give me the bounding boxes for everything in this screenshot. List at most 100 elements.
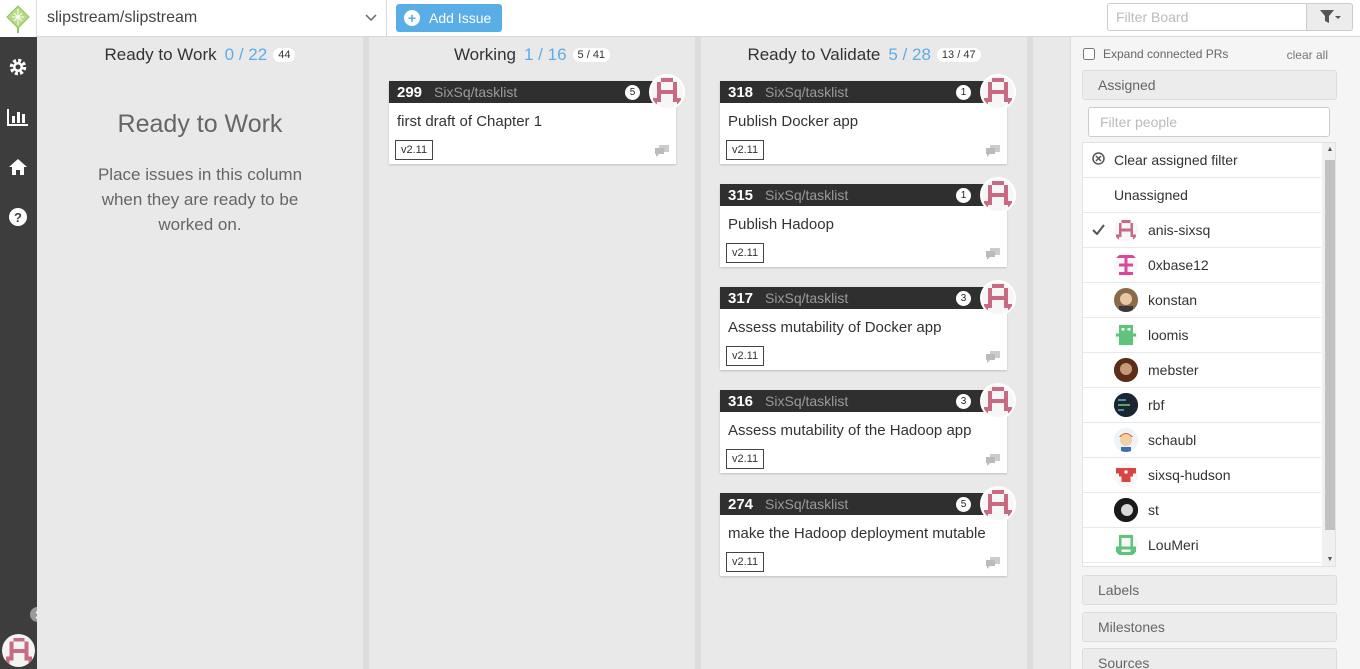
person-rbf[interactable]: rbf — [1083, 388, 1321, 423]
clear-assigned-label: Clear assigned filter — [1114, 152, 1238, 168]
column-working: Working 1 / 16 5 / 41 299 SixSq/tasklist 5… — [369, 37, 695, 669]
issue-title[interactable]: Assess mutability of the Hadoop app — [728, 422, 971, 439]
clear-circle-icon — [1091, 152, 1105, 168]
person-0xbase12[interactable]: 0xbase12 — [1083, 248, 1321, 283]
issue-card[interactable]: 317 SixSq/tasklist 3 Assess mutability of… — [720, 280, 1016, 370]
issue-title[interactable]: Publish Docker app — [728, 113, 858, 130]
gear-icon[interactable] — [6, 55, 30, 79]
issue-number: 317 — [728, 289, 754, 307]
assignee-avatar[interactable] — [649, 74, 685, 110]
avatar — [1114, 288, 1138, 312]
assignee-avatar[interactable] — [980, 177, 1016, 213]
person-schaubl[interactable]: schaubl — [1083, 423, 1321, 458]
person-loumeri[interactable]: LouMeri — [1083, 528, 1321, 563]
clear-all-link[interactable]: clear all — [1287, 48, 1328, 62]
filter-panel: Expand connected PRs clear all Assigned … — [1070, 37, 1360, 669]
issue-card[interactable]: 316 SixSq/tasklist 3 Assess mutability of… — [720, 383, 1016, 473]
unassigned-option[interactable]: Unassigned — [1083, 178, 1321, 213]
assignee-avatar[interactable] — [980, 74, 1016, 110]
clear-assigned-filter[interactable]: Clear assigned filter — [1083, 143, 1321, 178]
person-name: mebster — [1148, 362, 1199, 378]
column-ready-to-work: Ready to Work 0 / 22 44 Ready to Work Plac… — [37, 37, 363, 669]
issue-card[interactable]: 315 SixSq/tasklist 1 Publish Hadoop v2.11 — [720, 177, 1016, 267]
person-sixsq-hudson[interactable]: sixsq-hudson — [1083, 458, 1321, 493]
person-name: konstan — [1148, 292, 1198, 308]
add-issue-button[interactable]: + Add Issue — [396, 4, 502, 32]
scroll-down-arrow-icon[interactable]: ▼ — [1325, 555, 1335, 565]
person-name: loomis — [1148, 327, 1189, 343]
column-header: Ready to Validate 5 / 28 13 / 47 — [701, 45, 1027, 65]
chevron-down-icon — [365, 14, 377, 22]
comment-count-badge: 5 — [625, 85, 640, 100]
expand-prs-checkbox[interactable] — [1083, 48, 1095, 60]
current-user-avatar[interactable] — [2, 634, 35, 667]
repo-selector[interactable]: slipstream/slipstream — [37, 0, 387, 36]
person-loomis[interactable]: loomis — [1083, 318, 1321, 353]
assignee-avatar[interactable] — [980, 486, 1016, 522]
unassigned-label: Unassigned — [1114, 187, 1188, 203]
left-rail: ? — [0, 0, 45, 669]
assignee-avatar[interactable] — [980, 280, 1016, 316]
issue-title[interactable]: first draft of Chapter 1 — [397, 113, 542, 130]
home-icon[interactable] — [6, 155, 30, 179]
milestones-section-header[interactable]: Milestones — [1082, 612, 1337, 642]
issue-number: 274 — [728, 495, 754, 513]
comment-count-badge: 5 — [956, 497, 971, 512]
assigned-section-header[interactable]: Assigned — [1082, 70, 1337, 100]
filter-toggle-button[interactable] — [1306, 3, 1353, 31]
empty-column-text: Place issues in this column when they ar… — [97, 165, 303, 234]
person-konstan[interactable]: konstan — [1083, 283, 1321, 318]
sources-section-header[interactable]: Sources — [1082, 648, 1337, 669]
people-list: Clear assigned filter Unassigned anis-si… — [1082, 142, 1336, 567]
person-name: st — [1148, 502, 1159, 518]
milestone-label[interactable]: v2.11 — [726, 552, 765, 572]
help-icon[interactable]: ? — [6, 205, 30, 229]
avatar — [1114, 533, 1138, 557]
comments-icon[interactable] — [986, 351, 1000, 363]
person-name: anis-sixsq — [1148, 222, 1211, 238]
avatar — [1114, 358, 1138, 382]
issue-number: 315 — [728, 186, 754, 204]
milestone-label[interactable]: v2.11 — [726, 346, 765, 366]
person-st[interactable]: st — [1083, 493, 1321, 528]
labels-section-header[interactable]: Labels — [1082, 575, 1337, 605]
milestone-label[interactable]: v2.11 — [726, 140, 765, 160]
milestone-label[interactable]: v2.11 — [395, 140, 434, 160]
issue-number: 318 — [728, 83, 754, 101]
repo-name: slipstream/slipstream — [47, 9, 198, 26]
comments-icon[interactable] — [655, 145, 669, 157]
issue-title[interactable]: make the Hadoop deployment mutable — [728, 525, 986, 542]
column-header: Ready to Work 0 / 22 44 — [37, 45, 363, 65]
column-header: Working 1 / 16 5 / 41 — [369, 45, 695, 65]
comments-icon[interactable] — [986, 145, 1000, 157]
milestone-label[interactable]: v2.11 — [726, 243, 765, 263]
issue-title[interactable]: Assess mutability of Docker app — [728, 319, 941, 336]
assignee-avatar[interactable] — [980, 383, 1016, 419]
comments-icon[interactable] — [986, 248, 1000, 260]
comments-icon[interactable] — [986, 557, 1000, 569]
issue-card[interactable]: 274 SixSq/tasklist 5 make the Hadoop depl… — [720, 486, 1016, 576]
issue-card[interactable]: 318 SixSq/tasklist 1 Publish Docker app v… — [720, 74, 1016, 164]
filter-people-input[interactable] — [1088, 107, 1330, 137]
issue-card[interactable]: 299 SixSq/tasklist 5 first draft of Chap… — [389, 74, 685, 164]
avatar — [1114, 498, 1138, 522]
add-issue-label: Add Issue — [429, 10, 492, 26]
issue-number: 299 — [397, 83, 423, 101]
column-title: Ready to Work — [104, 45, 217, 64]
column-count: 0 / 22 — [224, 45, 268, 64]
scrollbar-thumb[interactable] — [1325, 160, 1335, 530]
expand-prs-toggle[interactable]: Expand connected PRs — [1083, 47, 1228, 61]
person-mebster[interactable]: mebster — [1083, 353, 1321, 388]
person-anis-sixsq[interactable]: anis-sixsq — [1083, 213, 1321, 248]
person-name: schaubl — [1148, 432, 1197, 448]
app-logo[interactable] — [0, 0, 37, 37]
svg-text:?: ? — [14, 210, 22, 225]
filter-board-input[interactable] — [1107, 3, 1307, 31]
scroll-up-arrow-icon[interactable]: ▲ — [1325, 145, 1335, 155]
issue-title[interactable]: Publish Hadoop — [728, 216, 834, 233]
comments-icon[interactable] — [986, 454, 1000, 466]
issue-repo: SixSq/tasklist — [765, 84, 849, 100]
milestone-label[interactable]: v2.11 — [726, 449, 765, 469]
expand-prs-label: Expand connected PRs — [1103, 47, 1229, 61]
chart-icon[interactable] — [6, 105, 30, 129]
